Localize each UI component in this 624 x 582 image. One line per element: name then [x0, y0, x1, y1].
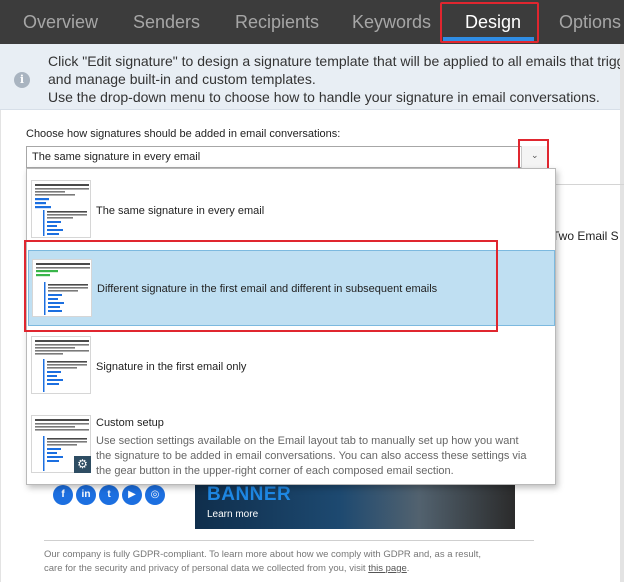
right-scroll-edge [620, 44, 624, 582]
signature-mode-select[interactable]: The same signature in every email [26, 146, 548, 168]
signature-mode-value: The same signature in every email [32, 151, 201, 163]
custom-setup-description-line-2: the signature to be added in email conve… [96, 450, 527, 462]
facebook-icon[interactable]: f [53, 485, 73, 505]
dropdown-option-same-signature[interactable]: The same signature in every email [28, 171, 555, 247]
dropdown-option-label: The same signature in every email [96, 205, 265, 217]
info-banner: i Click "Edit signature" to design a sig… [0, 44, 624, 110]
gdpr-footer-line-2: care for the security and privacy of per… [44, 563, 409, 574]
gear-icon: ⚙ [74, 456, 91, 473]
custom-setup-description-line-1: Use section settings available on the Em… [96, 435, 519, 447]
linkedin-icon[interactable]: in [76, 485, 96, 505]
banner-cta: Learn more [207, 509, 259, 520]
tab-options[interactable]: Options [559, 0, 621, 44]
combo-label: Choose how signatures should be added in… [26, 128, 341, 140]
design-tab-highlight-frame [440, 2, 539, 43]
info-icon: i [14, 72, 30, 88]
gdpr-footer-end: . [406, 563, 410, 574]
info-line-2: and manage built-in and custom templates… [48, 71, 316, 87]
custom-setup-description-line-3: the gear button in the upper-right corne… [96, 465, 454, 477]
background-partial-text: Two Email S [552, 229, 619, 243]
gdpr-footer-line-1: Our company is fully GDPR-compliant. To … [44, 549, 481, 560]
info-line-1: Click "Edit signature" to design a signa… [48, 53, 624, 69]
custom-setup-thumbnail-icon: ⚙ [31, 415, 91, 473]
youtube-icon[interactable]: ▶ [122, 485, 142, 505]
left-border [0, 110, 1, 582]
tab-keywords[interactable]: Keywords [352, 0, 431, 44]
info-line-3: Use the drop-down menu to choose how to … [48, 89, 600, 105]
tab-bar: Overview Senders Recipients Keywords Des… [0, 0, 624, 44]
dropdown-option-label: Signature in the first email only [96, 361, 247, 373]
tab-senders[interactable]: Senders [133, 0, 200, 44]
first-email-only-thumbnail-icon [31, 336, 91, 394]
tab-overview[interactable]: Overview [23, 0, 98, 44]
dropdown-option-first-email-only[interactable]: Signature in the first email only [28, 329, 555, 403]
twitter-icon[interactable]: t [99, 485, 119, 505]
gdpr-footer-link[interactable]: this page [368, 563, 407, 574]
same-signature-thumbnail-icon [31, 180, 91, 238]
dropdown-option-label: Custom setup [96, 417, 164, 429]
background-divider [556, 184, 624, 185]
dropdown-option-custom-setup[interactable]: ⚙ Custom setup Use section settings avai… [28, 405, 555, 483]
tab-recipients[interactable]: Recipients [235, 0, 319, 44]
footer-divider [44, 540, 534, 541]
banner-title: BANNER [207, 484, 292, 505]
instagram-icon[interactable]: ◎ [145, 485, 165, 505]
selected-option-highlight-frame [24, 240, 498, 332]
signature-banner[interactable]: BANNER Learn more [195, 484, 515, 529]
dropdown-toggle-highlight-frame [518, 139, 549, 170]
gdpr-footer-text: care for the security and privacy of per… [44, 563, 369, 574]
